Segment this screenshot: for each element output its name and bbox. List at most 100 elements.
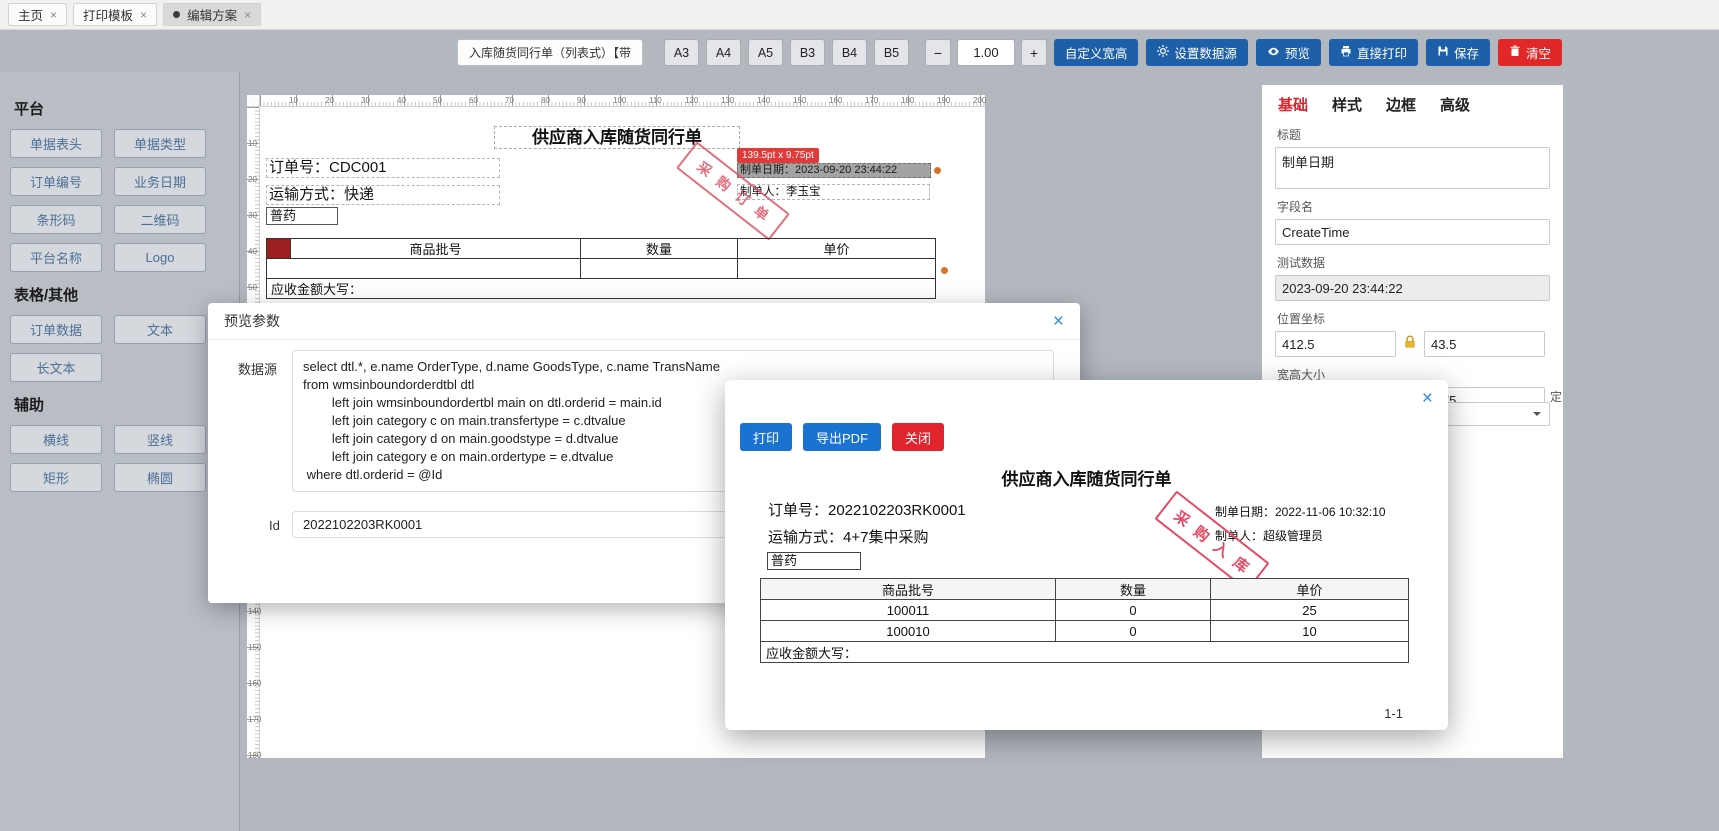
close-icon[interactable]: × bbox=[1422, 389, 1433, 408]
table-col-header[interactable]: 商品批号 bbox=[290, 238, 581, 259]
custom-size-button[interactable]: 自定义宽高 bbox=[1053, 39, 1139, 66]
sidebar-item[interactable]: 业务日期 bbox=[114, 167, 206, 196]
ruler-number: 20 bbox=[248, 175, 257, 184]
table-data-row[interactable] bbox=[266, 258, 936, 279]
size-tooltip: 139.5pt x 9.75pt bbox=[737, 148, 819, 163]
ruler-number: 80 bbox=[541, 96, 550, 105]
pos-x-input[interactable] bbox=[1275, 331, 1396, 357]
set-datasource-button[interactable]: 设置数据源 bbox=[1146, 39, 1248, 66]
title-input[interactable]: 制单日期 bbox=[1275, 147, 1550, 189]
active-tab-dot bbox=[173, 11, 181, 18]
table-cell: 0 bbox=[1055, 620, 1211, 642]
template-name-button[interactable]: 入库随货同行单（列表式）【带 bbox=[457, 39, 644, 66]
zoom-in-button[interactable]: + bbox=[1021, 39, 1047, 66]
table-col-header[interactable]: 数量 bbox=[580, 238, 738, 259]
tab-label: 主页 bbox=[18, 9, 44, 23]
tab-close-icon[interactable]: × bbox=[140, 9, 147, 21]
element-transport[interactable]: 运输方式：快递 bbox=[266, 185, 500, 205]
tab-close-icon[interactable]: × bbox=[244, 9, 251, 21]
sidebar-item[interactable]: 长文本 bbox=[10, 353, 102, 382]
clear-button[interactable]: 清空 bbox=[1497, 39, 1562, 66]
sidebar-item[interactable]: Logo bbox=[114, 243, 206, 272]
pos-y-input[interactable] bbox=[1424, 331, 1545, 357]
properties-tab[interactable]: 基础 bbox=[1278, 94, 1308, 115]
table-corner-cell[interactable] bbox=[266, 238, 291, 259]
ruler-number: 10 bbox=[248, 139, 257, 148]
sidebar-item[interactable]: 单据表头 bbox=[10, 129, 102, 158]
field-name-input[interactable] bbox=[1275, 219, 1550, 245]
properties-tab[interactable]: 边框 bbox=[1386, 94, 1416, 115]
table-footer-row[interactable]: 应收金额大写： bbox=[266, 278, 936, 299]
ruler-number: 110 bbox=[649, 96, 662, 105]
table-cell: 25 bbox=[1210, 599, 1409, 621]
design-table[interactable]: 商品批号 数量 单价 应收金额大写： bbox=[266, 238, 936, 299]
field-name-label: 字段名 bbox=[1277, 200, 1314, 214]
test-data-label: 测试数据 bbox=[1277, 256, 1326, 270]
table-col-header[interactable]: 单价 bbox=[737, 238, 936, 259]
save-button[interactable]: 保存 bbox=[1425, 39, 1490, 66]
sidebar-item[interactable]: 平台名称 bbox=[10, 243, 102, 272]
toolbar-actions: 自定义宽高 设置数据源 预览 直接打印 保存 清空 bbox=[1053, 39, 1562, 66]
tab-label: 编辑方案 bbox=[187, 9, 238, 23]
table-cell: 0 bbox=[1055, 599, 1211, 621]
ruler-number: 160 bbox=[829, 96, 843, 105]
print-button[interactable]: 打印 bbox=[740, 423, 793, 451]
gear-icon bbox=[1157, 45, 1170, 60]
sidebar-item[interactable]: 文本 bbox=[114, 315, 206, 344]
sidebar-item[interactable]: 横线 bbox=[10, 425, 102, 454]
app-tab-2[interactable]: 打印模板 × bbox=[73, 3, 158, 26]
properties-tab[interactable]: 高级 bbox=[1440, 94, 1470, 115]
app-tab-3[interactable]: 编辑方案 × bbox=[163, 3, 262, 26]
partial-field-label: 定 bbox=[1550, 390, 1563, 404]
zoom-value-input[interactable] bbox=[957, 39, 1015, 66]
sidebar-item[interactable]: 条形码 bbox=[10, 205, 102, 234]
direct-print-button[interactable]: 直接打印 bbox=[1328, 39, 1418, 66]
sidebar-button-grid: 订单数据 文本 长文本 bbox=[10, 315, 239, 382]
sidebar-item[interactable]: 椭圆 bbox=[114, 463, 206, 492]
element-drug-tag[interactable]: 普药 bbox=[266, 207, 338, 225]
table-cell: 100011 bbox=[760, 599, 1056, 621]
tab-bar: 主页 × 打印模板 × 编辑方案 × bbox=[0, 0, 1719, 30]
position-row bbox=[1275, 331, 1550, 357]
ruler-number: 50 bbox=[433, 96, 442, 105]
table-col-header: 商品批号 bbox=[760, 578, 1056, 600]
paper-size-a4-button[interactable]: A4 bbox=[706, 39, 741, 66]
ruler-number: 70 bbox=[505, 96, 514, 105]
sidebar-item[interactable]: 订单编号 bbox=[10, 167, 102, 196]
zoom-out-button[interactable]: − bbox=[925, 39, 951, 66]
element-create-date-selected[interactable]: 制单日期：2023-09-20 23:44:22 bbox=[737, 163, 931, 178]
resize-handle[interactable] bbox=[934, 167, 941, 174]
app-tab-1[interactable]: 主页 × bbox=[8, 3, 68, 26]
sidebar-item[interactable]: 二维码 bbox=[114, 205, 206, 234]
title-label: 标题 bbox=[1277, 128, 1302, 142]
test-data-input[interactable] bbox=[1275, 275, 1550, 301]
paper-size-b5-button[interactable]: B5 bbox=[874, 39, 909, 66]
sidebar-section-title: 辅助 bbox=[14, 397, 45, 414]
close-button[interactable]: 关闭 bbox=[892, 423, 945, 451]
preview-button[interactable]: 预览 bbox=[1255, 39, 1321, 66]
lock-icon[interactable] bbox=[1403, 335, 1417, 354]
close-icon[interactable]: × bbox=[1053, 312, 1064, 331]
properties-tab[interactable]: 样式 bbox=[1332, 94, 1362, 115]
sidebar-item[interactable]: 矩形 bbox=[10, 463, 102, 492]
tab-close-icon[interactable]: × bbox=[50, 9, 57, 21]
sidebar-item[interactable]: 单据类型 bbox=[114, 129, 206, 158]
direct-print-label: 直接打印 bbox=[1356, 47, 1407, 61]
paper-size-b4-button[interactable]: B4 bbox=[832, 39, 867, 66]
toolbar: 入库随货同行单（列表式）【带 A3 A4 A5 B3 B4 B5 − + 自定义宽高 设置… bbox=[0, 39, 1719, 67]
sidebar-item[interactable]: 订单数据 bbox=[10, 315, 102, 344]
table-row: 100010 0 10 bbox=[760, 620, 1409, 642]
export-pdf-button[interactable]: 导出PDF bbox=[803, 423, 882, 451]
properties-tabs: 基础 样式 边框 高级 bbox=[1262, 85, 1563, 117]
doc-order-no: 订单号：2022102203RK0001 bbox=[768, 502, 966, 519]
paper-size-b3-button[interactable]: B3 bbox=[790, 39, 825, 66]
element-order-no[interactable]: 订单号：CDC001 bbox=[266, 158, 500, 178]
paper-size-a5-button[interactable]: A5 bbox=[748, 39, 783, 66]
sidebar-item[interactable]: 竖线 bbox=[114, 425, 206, 454]
table-col-header: 单价 bbox=[1210, 578, 1409, 600]
resize-handle[interactable] bbox=[941, 267, 948, 274]
custom-size-label: 自定义宽高 bbox=[1064, 47, 1128, 61]
ruler-number: 200 bbox=[973, 96, 987, 105]
paper-size-a3-button[interactable]: A3 bbox=[664, 39, 699, 66]
save-icon bbox=[1437, 45, 1449, 60]
